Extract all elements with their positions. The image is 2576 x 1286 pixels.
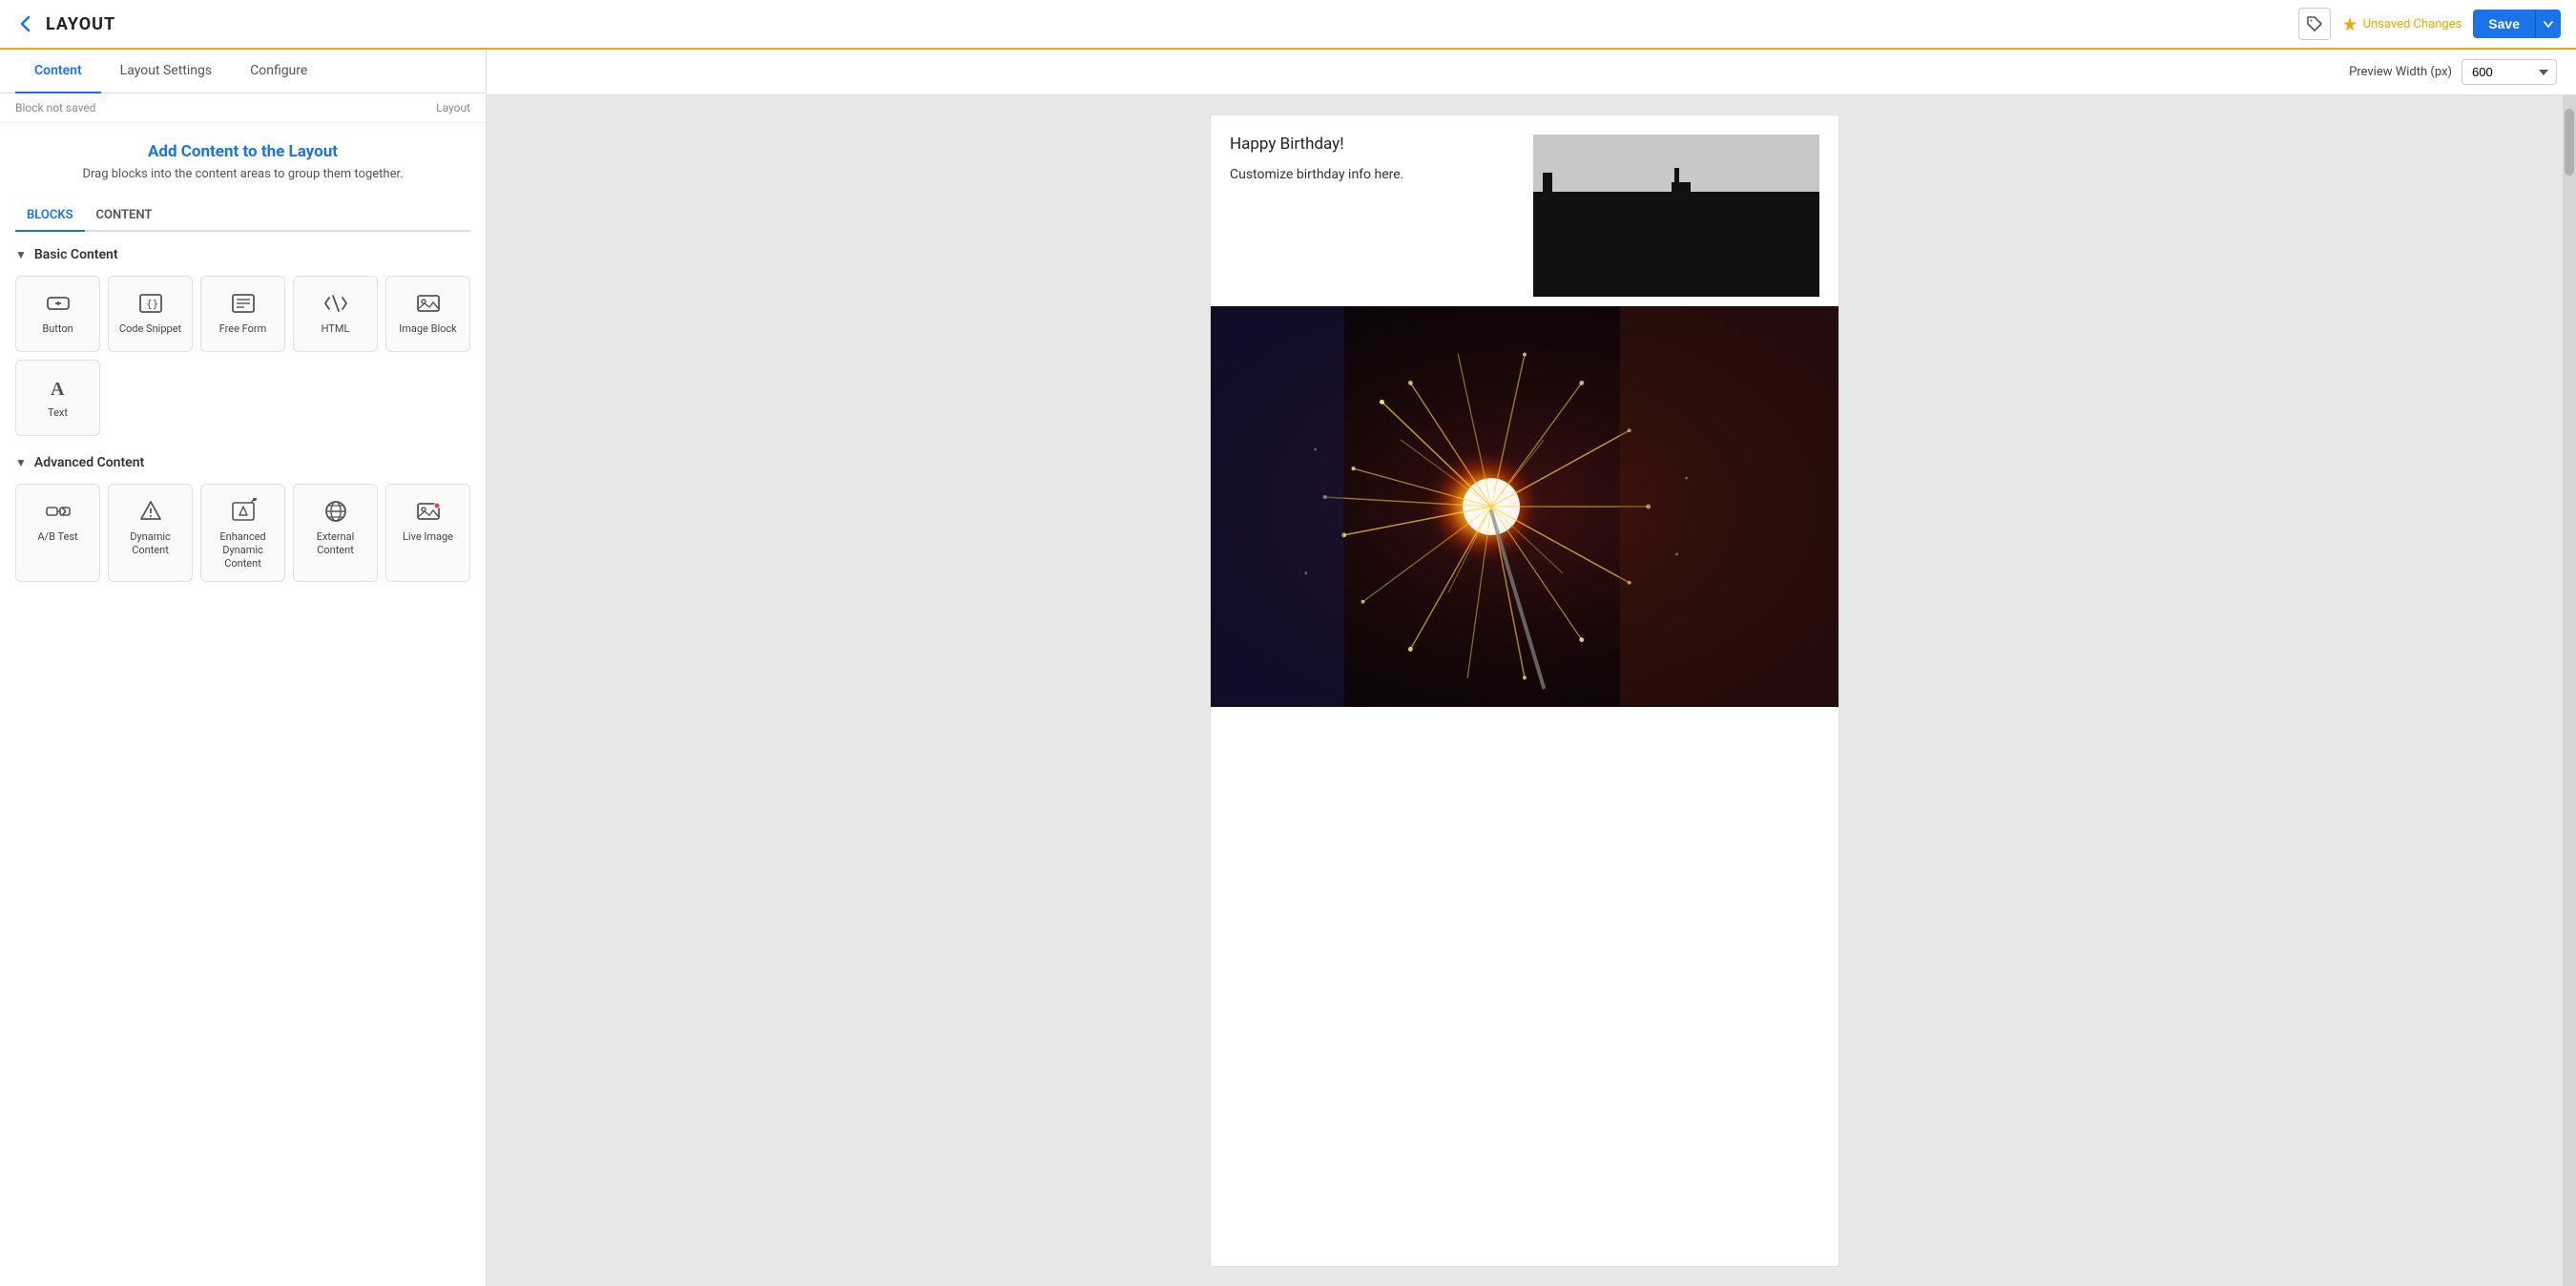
block-label-image-block: Image Block xyxy=(399,322,457,336)
save-button[interactable]: Save xyxy=(2473,10,2535,38)
block-item-live-image[interactable]: Live Image xyxy=(385,484,470,582)
external-content-icon xyxy=(322,496,349,525)
svg-text:A: A xyxy=(51,379,65,400)
preview-width-label: Preview Width (px) xyxy=(2349,65,2452,79)
block-label-external-content: External Content xyxy=(298,530,373,558)
preview-text-block: Happy Birthday! Customize birthday info … xyxy=(1230,135,1533,297)
block-label-dynamic-content: Dynamic Content xyxy=(113,530,188,558)
sub-tabs: BLOCKS CONTENT xyxy=(15,200,470,232)
block-item-enhanced-dynamic-content[interactable]: Enhanced Dynamic Content xyxy=(200,484,285,582)
block-label-ab-test: A/B Test xyxy=(37,530,77,544)
basic-content-section-header[interactable]: ▼ Basic Content xyxy=(15,247,470,262)
sub-tab-blocks[interactable]: BLOCKS xyxy=(15,200,85,232)
preview-header: Preview Width (px) 600 800 1024 xyxy=(487,50,2576,95)
preview-top-section: Happy Birthday! Customize birthday info … xyxy=(1211,115,1839,306)
preview-area: Preview Width (px) 600 800 1024 Happy Bi… xyxy=(487,50,2576,1286)
block-item-dynamic-content[interactable]: Dynamic Content xyxy=(108,484,193,582)
birthday-subtitle: Customize birthday info here. xyxy=(1230,167,1533,182)
dynamic-content-icon xyxy=(137,496,164,525)
preview-width-select[interactable]: 600 800 1024 xyxy=(2462,59,2557,85)
svg-text:{}: {} xyxy=(146,298,158,310)
block-item-ab-test[interactable]: A/B Test xyxy=(15,484,100,582)
block-item-button[interactable]: Button xyxy=(15,276,100,352)
topbar: LAYOUT Unsaved Changes Save xyxy=(0,0,2576,50)
unsaved-changes-indicator: Unsaved Changes xyxy=(2342,16,2462,31)
live-image-icon xyxy=(415,496,442,525)
block-item-text[interactable]: A Text xyxy=(15,360,100,436)
topbar-right: Unsaved Changes Save xyxy=(2298,8,2561,40)
basic-content-label: Basic Content xyxy=(34,247,118,262)
block-label-button: Button xyxy=(42,322,73,336)
code-snippet-icon: {} xyxy=(137,288,164,317)
tab-bar: Content Layout Settings Configure xyxy=(0,50,486,93)
enhanced-dynamic-content-icon xyxy=(230,496,257,525)
back-button[interactable] xyxy=(15,13,36,34)
block-item-external-content[interactable]: External Content xyxy=(293,484,378,582)
preview-scrollbar[interactable] xyxy=(2563,95,2576,1286)
advanced-content-section-header[interactable]: ▼ Advanced Content xyxy=(15,455,470,470)
city-image xyxy=(1533,135,1819,297)
tab-content[interactable]: Content xyxy=(15,50,101,93)
save-dropdown-button[interactable] xyxy=(2535,10,2561,38)
block-label-enhanced-dynamic-content: Enhanced Dynamic Content xyxy=(205,530,280,571)
block-label-free-form: Free Form xyxy=(219,322,267,336)
advanced-content-grid: A/B Test Dynamic Content xyxy=(15,484,470,582)
block-not-saved-label: Block not saved xyxy=(15,101,95,114)
block-item-code-snippet[interactable]: {} Code Snippet xyxy=(108,276,193,352)
tab-configure[interactable]: Configure xyxy=(231,50,326,93)
block-item-html[interactable]: HTML xyxy=(293,276,378,352)
page-title: LAYOUT xyxy=(46,14,115,34)
tab-layout-settings[interactable]: Layout Settings xyxy=(101,50,231,93)
birthday-title: Happy Birthday! xyxy=(1230,135,1533,154)
save-button-group: Save xyxy=(2473,10,2561,38)
city-skyline-svg xyxy=(1533,135,1819,297)
add-content-heading: Add Content to the Layout xyxy=(15,142,470,161)
text-icon: A xyxy=(45,372,72,401)
basic-content-chevron: ▼ xyxy=(15,248,27,261)
image-block-icon xyxy=(415,288,442,317)
preview-canvas: Happy Birthday! Customize birthday info … xyxy=(487,95,2563,1286)
block-label-text: Text xyxy=(48,406,68,420)
block-label-code-snippet: Code Snippet xyxy=(119,322,181,336)
block-label-html: HTML xyxy=(322,322,350,336)
block-item-image-block[interactable]: Image Block xyxy=(385,276,470,352)
sub-tab-content[interactable]: CONTENT xyxy=(85,200,164,232)
main-layout: Content Layout Settings Configure Block … xyxy=(0,50,2576,1286)
block-item-free-form[interactable]: Free Form xyxy=(200,276,285,352)
preview-with-scroll: Happy Birthday! Customize birthday info … xyxy=(487,95,2576,1286)
preview-inner: Happy Birthday! Customize birthday info … xyxy=(1210,114,1839,1267)
ab-test-icon xyxy=(45,496,72,525)
topbar-left: LAYOUT xyxy=(15,13,115,34)
tag-icon-button[interactable] xyxy=(2298,8,2331,40)
panel-content: Add Content to the Layout Drag blocks in… xyxy=(0,123,486,1286)
scroll-thumb[interactable] xyxy=(2565,109,2574,176)
button-icon xyxy=(45,288,72,317)
free-form-icon xyxy=(230,288,257,317)
layout-breadcrumb: Layout xyxy=(436,101,470,114)
sparkler-image xyxy=(1211,306,1839,707)
basic-content-grid: Button {} Code Snippet xyxy=(15,276,470,436)
add-content-subheading: Drag blocks into the content areas to gr… xyxy=(15,167,470,181)
sparkler-svg xyxy=(1211,306,1839,707)
block-label-live-image: Live Image xyxy=(403,530,453,544)
html-icon xyxy=(322,288,349,317)
advanced-content-label: Advanced Content xyxy=(34,455,144,470)
advanced-content-chevron: ▼ xyxy=(15,456,27,469)
left-panel: Content Layout Settings Configure Block … xyxy=(0,50,487,1286)
unsaved-changes-label: Unsaved Changes xyxy=(2363,17,2462,31)
breadcrumb-bar: Block not saved Layout xyxy=(0,93,486,123)
